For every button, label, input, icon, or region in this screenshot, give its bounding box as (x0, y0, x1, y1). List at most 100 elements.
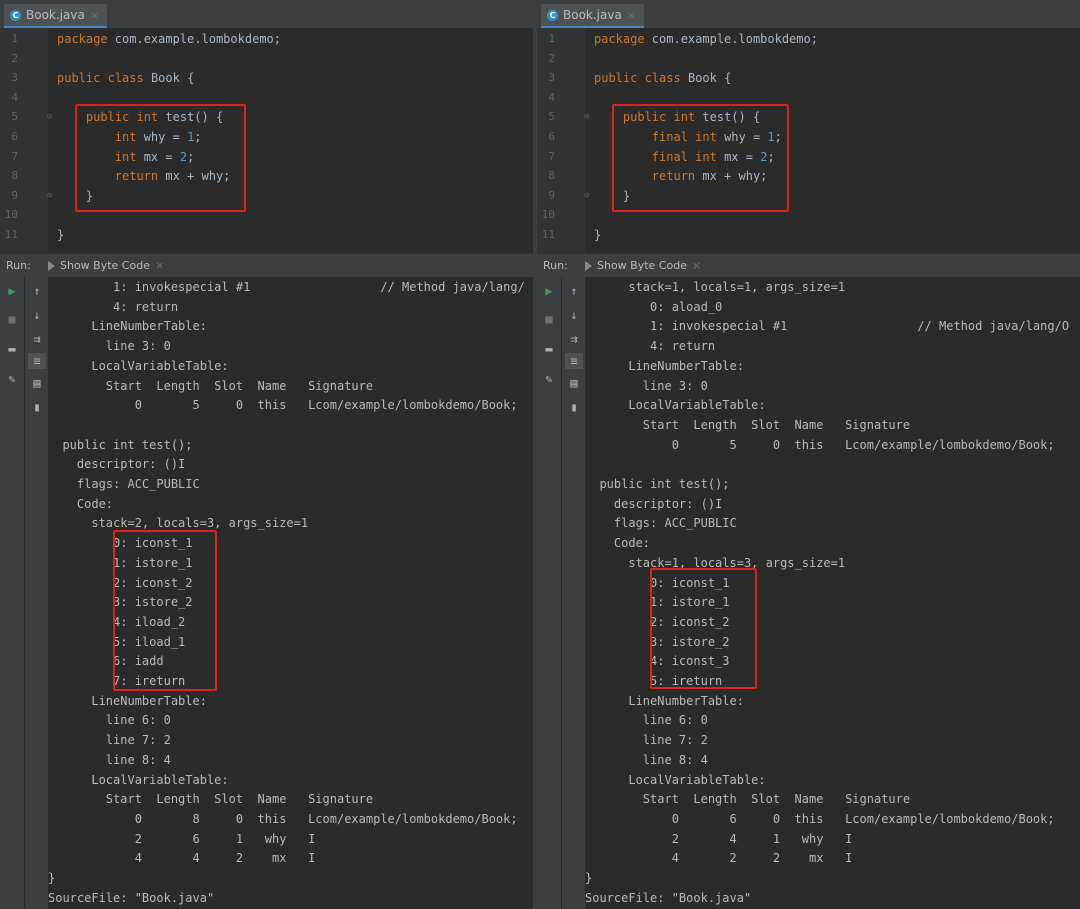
code-text: } (57, 228, 65, 242)
line-number: 3 (11, 71, 18, 85)
fold-marker-icon[interactable]: ⊖ (47, 186, 52, 206)
line-number: 8 (548, 169, 555, 183)
code-line[interactable]: 3 public class Book { (537, 68, 1080, 88)
run-label: Run: (6, 259, 31, 272)
code-line[interactable]: 11} (0, 225, 533, 245)
fold-marker-icon[interactable]: ⊖ (584, 107, 589, 127)
layout-icon[interactable]: ▬ (540, 341, 558, 357)
scroll-to-end-icon[interactable]: ≡ (28, 353, 46, 369)
output-line: 0 5 0 this Lcom/example/lombokdemo/Book; (585, 437, 1055, 452)
close-icon[interactable]: × (155, 259, 164, 272)
stop-icon[interactable]: ■ (540, 311, 558, 327)
fold-marker-icon[interactable]: ⊖ (47, 107, 52, 127)
run-tool-window-header: Run: Show Byte Code × (0, 253, 533, 278)
highlight-box-source (75, 104, 246, 212)
scroll-to-end-icon[interactable]: ≡ (565, 353, 583, 369)
output-line: descriptor: ()I (585, 496, 723, 511)
line-number: 10 (541, 208, 555, 222)
line-number: 3 (548, 71, 555, 85)
up-arrow-icon[interactable]: ↑ (28, 283, 46, 299)
tab-label: Book.java (563, 8, 622, 22)
output-line: LineNumberTable: (48, 693, 207, 708)
output-line: LocalVariableTable: (48, 358, 229, 373)
output-line: LocalVariableTable: (585, 398, 766, 413)
line-number: 11 (4, 228, 18, 241)
editor-tab-bar: C Book.java × (537, 0, 1080, 29)
run-tab-label: Show Byte Code (60, 259, 150, 272)
close-icon[interactable]: × (90, 9, 99, 22)
pin-icon[interactable]: ✎ (3, 371, 21, 387)
run-tab-show-byte-code[interactable]: Show Byte Code × (585, 259, 701, 272)
up-arrow-icon[interactable]: ↑ (565, 283, 583, 299)
line-number: 11 (541, 228, 555, 241)
output-line: line 7: 2 (48, 733, 171, 748)
run-toolbar-left: ▶ ■ ▬ ✎ (0, 277, 25, 909)
stop-icon[interactable]: ■ (3, 311, 21, 327)
line-number: 10 (4, 208, 18, 222)
output-line: Start Length Slot Name Signature (585, 792, 911, 807)
line-number: 2 (11, 51, 18, 65)
pin-icon[interactable]: ✎ (540, 371, 558, 387)
output-line: Start Length Slot Name Signature (48, 792, 374, 807)
output-line: line 8: 4 (48, 752, 171, 767)
code-text: package com.example.lombokdemo; (594, 32, 818, 46)
trash-icon[interactable]: ▮ (28, 399, 46, 415)
output-line: line 6: 0 (48, 713, 171, 728)
play-icon (585, 260, 592, 271)
code-line[interactable]: 1 package com.example.lombokdemo; (537, 29, 1080, 49)
output-line: line 6: 0 (585, 713, 708, 728)
run-label: Run: (543, 259, 568, 272)
editor-tab-bar: C Book.java × (0, 0, 533, 29)
code-line[interactable]: 3 public class Book { (0, 68, 533, 88)
code-line[interactable]: 2 (0, 49, 533, 69)
print-icon[interactable]: ▤ (565, 375, 583, 391)
output-line: Code: (585, 536, 651, 551)
run-icon[interactable]: ▶ (3, 283, 21, 299)
line-number: 6 (11, 130, 18, 143)
output-line: 1: invokespecial #1 // Method java/lang/… (585, 319, 1070, 334)
play-icon (48, 260, 55, 271)
fold-marker-icon[interactable]: ⊖ (584, 186, 589, 206)
print-icon[interactable]: ▤ (28, 375, 46, 391)
soft-wrap-icon[interactable]: ⇉ (565, 331, 583, 347)
run-toolbar-left: ▶ ■ ▬ ✎ (537, 277, 562, 909)
output-line: 4 2 2 mx I (585, 851, 853, 866)
editor-tab-book-java[interactable]: C Book.java × (4, 4, 108, 28)
down-arrow-icon[interactable]: ↓ (28, 307, 46, 323)
code-line[interactable]: 2 (537, 49, 1080, 69)
line-number: 7 (11, 149, 18, 163)
down-arrow-icon[interactable]: ↓ (565, 307, 583, 323)
output-line: SourceFile: "Book.java" (48, 890, 215, 905)
output-line: public int test(); (585, 477, 730, 491)
output-line: LocalVariableTable: (48, 772, 229, 787)
code-line[interactable]: 11} (537, 225, 1080, 245)
output-line: Start Length Slot Name Signature (585, 417, 911, 432)
close-icon[interactable]: × (627, 9, 636, 22)
close-icon[interactable]: × (692, 259, 701, 272)
output-line: LocalVariableTable: (585, 772, 766, 787)
trash-icon[interactable]: ▮ (565, 399, 583, 415)
class-icon: C (10, 9, 21, 21)
output-line: flags: ACC_PUBLIC (48, 477, 200, 491)
line-number: 5 (548, 110, 555, 124)
output-line: line 8: 4 (585, 752, 708, 767)
output-line: SourceFile: "Book.java" (585, 890, 752, 905)
output-line: 4: return (48, 299, 179, 314)
run-icon[interactable]: ▶ (540, 283, 558, 299)
output-line: LineNumberTable: (585, 693, 744, 708)
output-line: Start Length Slot Name Signature (48, 378, 374, 393)
right-ide-panel: C Book.java × 1 package com.example.lombo… (537, 0, 1080, 909)
line-number: 1 (11, 32, 18, 45)
soft-wrap-icon[interactable]: ⇉ (28, 331, 46, 347)
run-toolbar-right: ↑ ↓ ⇉ ≡ ▤ ▮ (25, 277, 48, 909)
output-line: stack=1, locals=1, args_size=1 (585, 280, 846, 294)
layout-icon[interactable]: ▬ (3, 341, 21, 357)
run-tab-show-byte-code[interactable]: Show Byte Code × (48, 259, 164, 272)
code-line[interactable]: 1 package com.example.lombokdemo; (0, 29, 533, 49)
output-line: LineNumberTable: (48, 319, 207, 334)
code-text: public class Book { (57, 71, 195, 86)
run-tab-label: Show Byte Code (597, 259, 687, 272)
line-number: 1 (548, 32, 555, 45)
editor-tab-book-java[interactable]: C Book.java × (541, 4, 645, 28)
class-icon: C (547, 9, 558, 21)
